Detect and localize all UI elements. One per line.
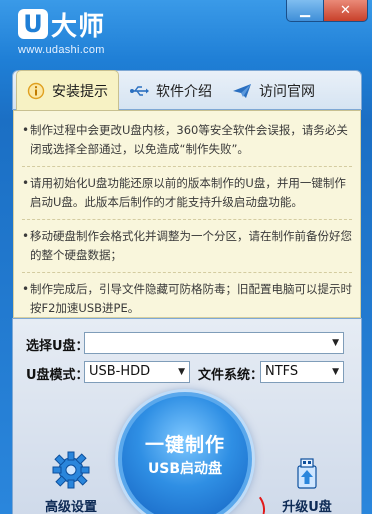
filesystem-label: 文件系统： <box>198 368 264 383</box>
usb-mode-select[interactable]: USB-HDD ▼ <box>84 361 190 383</box>
divider <box>22 272 352 273</box>
advanced-settings-button[interactable]: 高级设置 <box>34 450 108 514</box>
upgrade-usb-button[interactable]: 升级U盘 <box>270 450 344 514</box>
make-button-line1: 一键制作 <box>144 434 225 456</box>
bullet: • <box>22 123 30 137</box>
tips-panel: • 制作过程中会更改U盘内核，360等安全软件会误报，请务必关闭或选择全部通过，… <box>13 110 361 318</box>
tab-software-intro-label: 软件介绍 <box>156 84 212 100</box>
make-button-line2: USB启动盘 <box>147 461 223 477</box>
close-icon: ✕ <box>340 3 351 18</box>
logo-main: U 大师 <box>18 8 106 42</box>
tip-text: 制作完成后，引导文件隐藏可防格防毒；旧配置电脑可以提示时按F2加速USB进PE。 <box>30 282 352 315</box>
tab-install-tips[interactable]: 安装提示 <box>16 70 119 110</box>
tab-visit-site-label: 访问官网 <box>259 84 315 100</box>
tip-item: • 移动硬盘制作会格式化并调整为一个分区，请在制作前备份好您的整个硬盘数据； <box>22 227 352 265</box>
bullet: • <box>22 229 30 243</box>
tip-text: 请用初始化U盘功能还原以前的版本制作的U盘，并用一键制作启动U盘。此版本后制作的… <box>30 176 346 209</box>
send-icon <box>232 83 252 99</box>
upgrade-usb-label: 升级U盘 <box>282 500 332 514</box>
close-button[interactable]: ✕ <box>324 0 368 22</box>
usb-icon <box>129 84 149 98</box>
tip-text: 制作过程中会更改U盘内核，360等安全软件会误报，请务必关闭或选择全部通过，以免… <box>30 123 348 156</box>
usb-drive-select[interactable]: ▼ <box>84 332 344 354</box>
tab-install-tips-label: 安装提示 <box>52 83 108 100</box>
divider <box>22 166 352 167</box>
tip-item: • 制作过程中会更改U盘内核，360等安全软件会误报，请务必关闭或选择全部通过，… <box>22 121 352 159</box>
filesystem-select[interactable]: NTFS ▼ <box>260 361 344 383</box>
usb-upgrade-icon <box>287 450 327 490</box>
app-window: U 大师 www.udashi.com ▁ ✕ 安装提示 软件介绍 访问官网 •… <box>0 0 372 514</box>
logo-u-mark: U <box>18 9 48 39</box>
tip-text: 移动硬盘制作会格式化并调整为一个分区，请在制作前备份好您的整个硬盘数据； <box>30 229 352 262</box>
select-u-label: 选择U盘： <box>26 339 89 354</box>
bullet: • <box>22 176 30 190</box>
minimize-icon: ▁ <box>300 3 310 18</box>
mode-label: U盘模式： <box>26 368 89 383</box>
chevron-down-icon: ▼ <box>332 367 339 377</box>
tip-item: • 制作完成后，引导文件隐藏可防格防毒；旧配置电脑可以提示时按F2加速USB进P… <box>22 280 352 317</box>
logo: U 大师 www.udashi.com <box>18 8 158 56</box>
advanced-settings-label: 高级设置 <box>44 500 97 514</box>
window-controls: ▁ ✕ <box>286 0 368 22</box>
chevron-down-icon: ▼ <box>178 367 185 377</box>
tab-strip: 安装提示 软件介绍 访问官网 <box>12 70 362 110</box>
gear-icon <box>51 450 91 490</box>
bullet: • <box>22 282 30 296</box>
logo-name: 大师 <box>51 11 106 42</box>
tab-software-intro[interactable]: 软件介绍 <box>119 72 222 110</box>
tab-visit-site[interactable]: 访问官网 <box>222 72 325 110</box>
info-icon <box>27 82 45 100</box>
minimize-button[interactable]: ▁ <box>286 0 324 22</box>
tip-item: • 请用初始化U盘功能还原以前的版本制作的U盘，并用一键制作启动U盘。此版本后制… <box>22 174 352 212</box>
chevron-down-icon: ▼ <box>332 338 339 348</box>
usb-mode-value: USB-HDD <box>89 364 151 379</box>
logo-url: www.udashi.com <box>18 44 105 56</box>
filesystem-value: NTFS <box>265 364 299 379</box>
divider <box>22 219 352 220</box>
